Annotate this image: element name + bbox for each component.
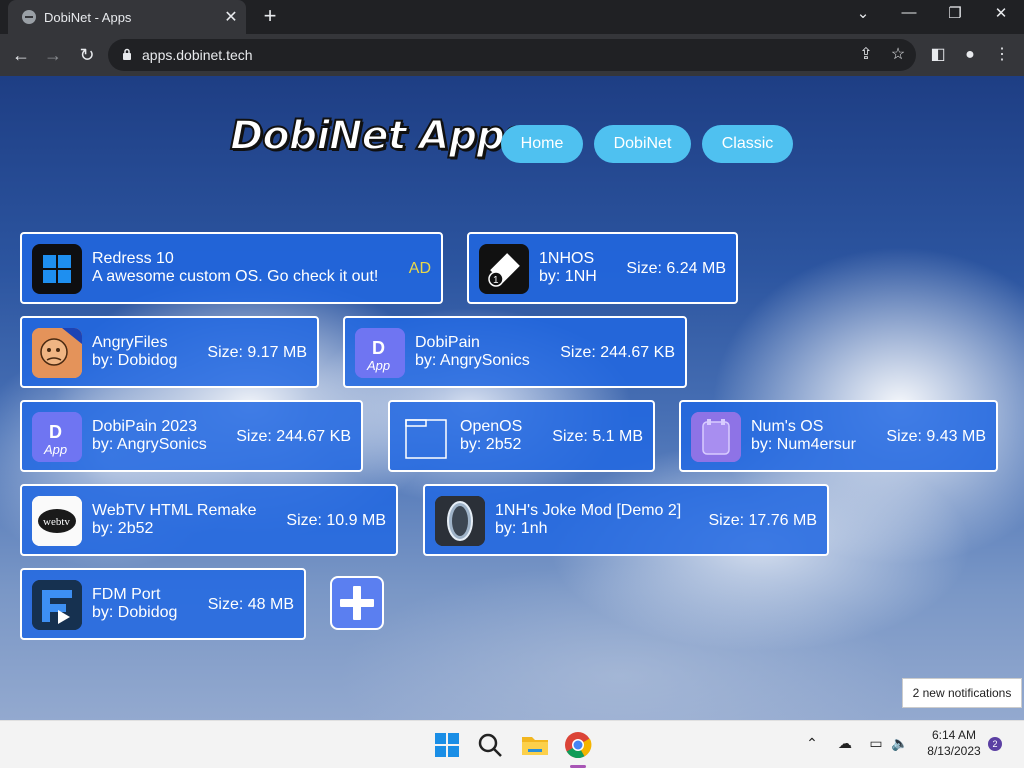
windows-icon: [32, 244, 82, 294]
svg-text:App: App: [366, 358, 390, 373]
app-size: Size: 5.1 MB: [552, 428, 643, 445]
angryfiles-icon: [32, 328, 82, 378]
app-name: AngryFiles: [92, 334, 168, 351]
app-card-angryfiles[interactable]: AngryFiles by: Dobidog Size: 9.17 MB: [20, 316, 319, 388]
taskbar: ⌃ ☁ ▭ 🔈 6:14 AM 8/13/2023 2: [0, 720, 1024, 768]
app-size: Size: 10.9 MB: [286, 512, 386, 529]
reload-button[interactable]: ↻: [74, 42, 100, 68]
tab-strip: DobiNet - Apps ✕ + ⌄ — ❐ ✕: [0, 0, 1024, 34]
app-author: by: AngrySonics: [92, 436, 207, 453]
start-button[interactable]: [431, 729, 463, 761]
close-tab-icon[interactable]: ✕: [222, 7, 240, 27]
app-author: by: 2b52: [460, 436, 522, 453]
nav-classic-button[interactable]: Classic: [702, 125, 793, 163]
page-content: DobiNet Apps Home DobiNet Classic Redres…: [0, 76, 1024, 720]
app-name: 1NH's Joke Mod [Demo 2]: [495, 502, 682, 519]
dobipain-icon: D App: [32, 412, 82, 462]
app-size: Size: 9.43 MB: [886, 428, 986, 445]
app-author: by: AngrySonics: [415, 352, 530, 369]
notification-toast[interactable]: 2 new notifications: [902, 678, 1022, 708]
date-text: 8/13/2023: [927, 744, 981, 758]
1nhos-icon: 1: [479, 244, 529, 294]
app-name: OpenOS: [460, 418, 523, 435]
webtv-icon: webtv: [32, 496, 82, 546]
app-size: Size: 9.17 MB: [207, 344, 307, 361]
app-size: Size: 6.24 MB: [626, 260, 726, 277]
lock-icon: [123, 48, 131, 60]
profile-icon[interactable]: ●: [957, 42, 983, 68]
nav-home-button[interactable]: Home: [501, 125, 583, 163]
add-app-button[interactable]: [330, 576, 384, 630]
dobipain-icon: D App: [355, 328, 405, 378]
browser-toolbar: ← → ↻ apps.dobinet.tech ⇪ ☆ ◧ ● ⋮: [0, 34, 1024, 76]
time-text: 6:14 AM: [931, 728, 977, 742]
app-name: Num's OS: [751, 418, 824, 435]
app-author: by: Num4ersur: [751, 436, 856, 453]
app-card-webtv[interactable]: webtv WebTV HTML Remake by: 2b52 Size: 1…: [20, 484, 398, 556]
tab-title: DobiNet - Apps: [44, 10, 132, 25]
app-card-nums-os[interactable]: Num's OS by: Num4ersur Size: 9.43 MB: [679, 400, 998, 472]
svg-text:D: D: [372, 338, 385, 358]
chrome-icon[interactable]: [562, 729, 594, 761]
app-name: WebTV HTML Remake: [92, 502, 257, 519]
folder-icon: [400, 412, 450, 462]
network-icon[interactable]: ▭: [866, 735, 886, 755]
restore-button[interactable]: ❐: [940, 4, 970, 22]
notification-badge[interactable]: 2: [988, 737, 1002, 751]
volume-icon[interactable]: 🔈: [890, 735, 910, 755]
close-window-button[interactable]: ✕: [986, 4, 1016, 22]
star-icon[interactable]: ☆: [885, 42, 911, 68]
app-author: by: Dobidog: [92, 352, 178, 369]
app-author: by: 1NH: [539, 268, 597, 285]
clock[interactable]: 6:14 AM 8/13/2023: [918, 727, 990, 759]
svg-text:App: App: [43, 442, 67, 457]
app-author: by: 1nh: [495, 520, 548, 537]
minimize-button[interactable]: —: [894, 4, 924, 21]
tab-search-icon[interactable]: ⌄: [848, 4, 878, 22]
numsos-icon: [691, 412, 741, 462]
app-size: Size: 244.67 KB: [560, 344, 675, 361]
app-author: by: 2b52: [92, 520, 154, 537]
url-text[interactable]: apps.dobinet.tech: [142, 47, 253, 63]
back-button[interactable]: ←: [8, 42, 34, 68]
app-card-1nhos[interactable]: 1 1NHOS by: 1NH Size: 6.24 MB: [467, 232, 738, 304]
portal-icon: [435, 496, 485, 546]
share-icon[interactable]: ⇪: [853, 42, 879, 68]
fdm-icon: [32, 580, 82, 630]
svg-text:webtv: webtv: [43, 516, 70, 528]
cloud-off-icon[interactable]: ☁: [835, 735, 855, 755]
file-explorer-icon[interactable]: [519, 729, 551, 761]
address-bar[interactable]: apps.dobinet.tech: [108, 39, 916, 71]
menu-icon[interactable]: ⋮: [989, 42, 1015, 68]
app-description: A awesome custom OS. Go check it out!: [92, 268, 379, 285]
search-icon[interactable]: [474, 729, 506, 761]
app-author: by: Dobidog: [92, 604, 178, 621]
svg-text:1: 1: [493, 275, 499, 286]
globe-icon: [22, 10, 36, 24]
app-name: 1NHOS: [539, 250, 595, 267]
app-name: FDM Port: [92, 586, 161, 603]
app-card-openos[interactable]: OpenOS by: 2b52 Size: 5.1 MB: [388, 400, 655, 472]
side-panel-icon[interactable]: ◧: [925, 42, 951, 68]
app-card-dobipain[interactable]: D App DobiPain by: AngrySonics Size: 244.…: [343, 316, 687, 388]
app-size: Size: 17.76 MB: [708, 512, 818, 529]
app-card-1nh-joke-mod[interactable]: 1NH's Joke Mod [Demo 2] by: 1nh Size: 17…: [423, 484, 829, 556]
new-tab-button[interactable]: +: [258, 3, 282, 29]
app-name: DobiPain 2023: [92, 418, 197, 435]
app-card-dobipain-2023[interactable]: D App DobiPain 2023 by: AngrySonics Size:…: [20, 400, 363, 472]
svg-text:D: D: [49, 422, 62, 442]
app-name: DobiPain: [415, 334, 480, 351]
app-name: Redress 10: [92, 250, 174, 267]
browser-tab[interactable]: DobiNet - Apps ✕: [8, 0, 246, 34]
nav-dobinet-button[interactable]: DobiNet: [594, 125, 691, 163]
app-size: Size: 48 MB: [207, 596, 294, 613]
chevron-up-icon[interactable]: ⌃: [802, 735, 822, 755]
app-card-fdm-port[interactable]: FDM Port by: Dobidog Size: 48 MB: [20, 568, 306, 640]
ad-badge: AD: [408, 260, 431, 277]
forward-button[interactable]: →: [40, 42, 66, 68]
site-logo[interactable]: DobiNet Apps: [229, 112, 529, 160]
app-size: Size: 244.67 KB: [236, 428, 351, 445]
app-card-redress10[interactable]: Redress 10 A awesome custom OS. Go check…: [20, 232, 443, 304]
